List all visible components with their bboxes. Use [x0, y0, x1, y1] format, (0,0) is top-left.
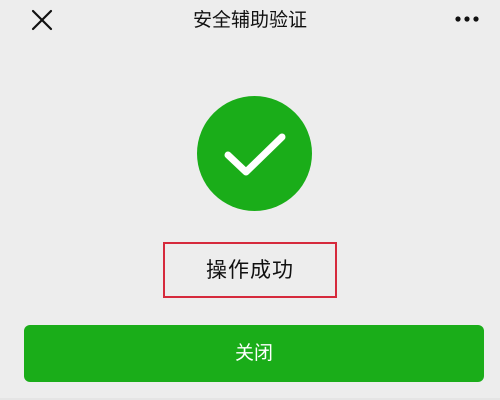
navigation-bar: 安全辅助验证 — [0, 0, 500, 40]
result-text: 操作成功 — [206, 258, 294, 282]
more-icon[interactable] — [452, 8, 482, 30]
page-title: 安全辅助验证 — [192, 9, 307, 31]
close-button[interactable]: 关闭 — [24, 325, 484, 382]
checkmark-icon — [197, 96, 312, 211]
result-highlight-box: 操作成功 — [163, 242, 337, 298]
verification-page: 安全辅助验证 操作成功 关闭 — [0, 0, 500, 400]
